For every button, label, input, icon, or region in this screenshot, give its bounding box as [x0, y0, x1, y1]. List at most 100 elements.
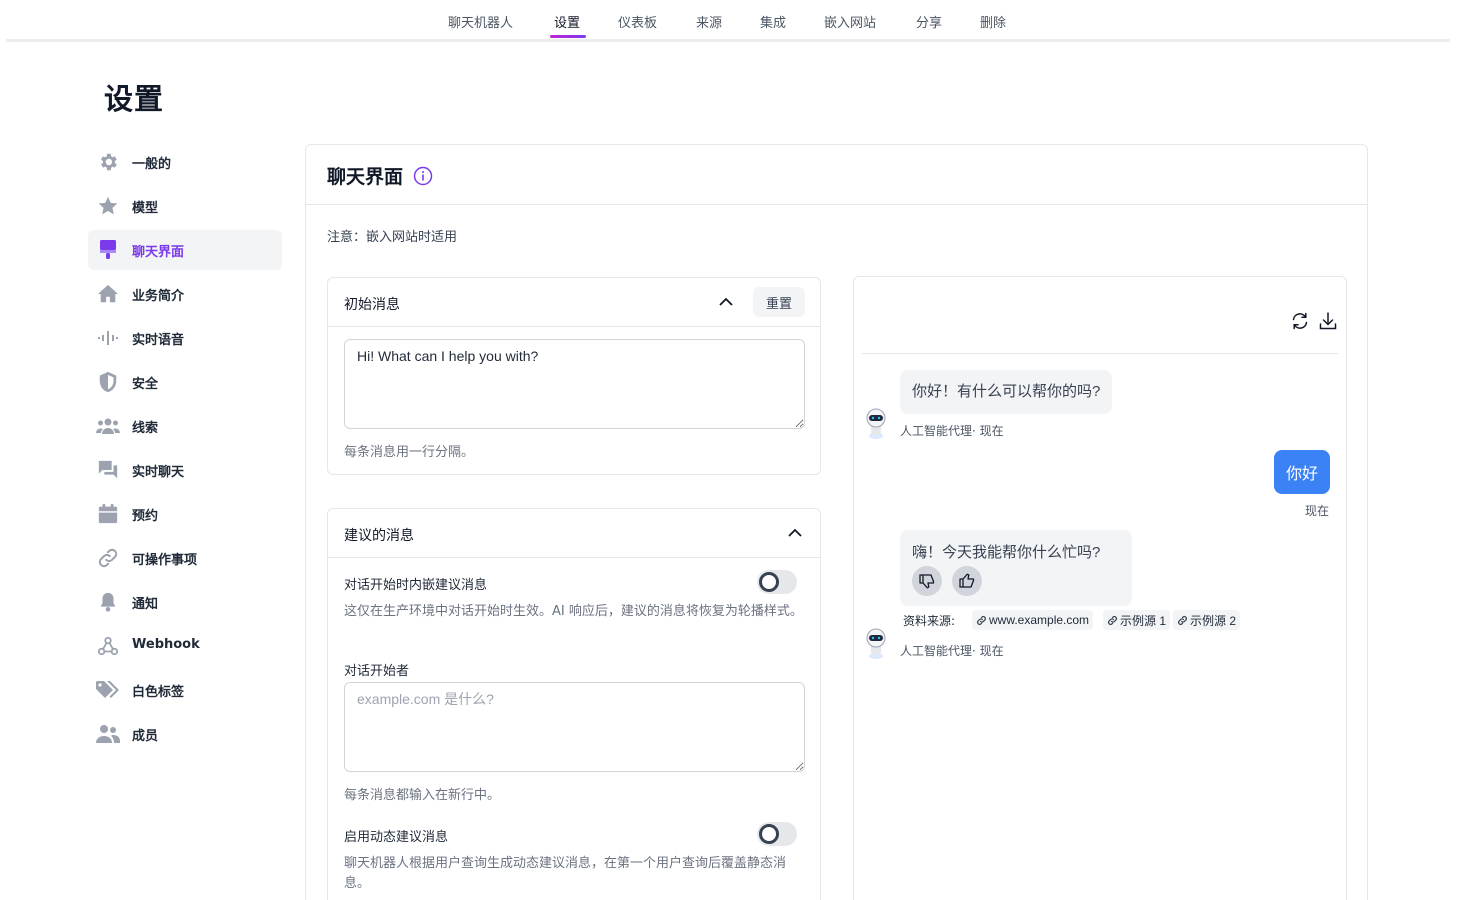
- panel-header: 聊天界面: [306, 145, 1367, 205]
- star-icon: [96, 195, 120, 217]
- source-chip-label: www.example.com: [989, 613, 1090, 627]
- sidebar-item-label: Webhook: [132, 637, 200, 652]
- toggle-knob: [759, 572, 779, 592]
- sidebar-item-booking[interactable]: 预约: [88, 494, 282, 534]
- sidebar-item-label: 通知: [132, 597, 159, 612]
- tab-share[interactable]: 分享: [916, 12, 942, 31]
- user-message-bubble: 你好: [1274, 450, 1330, 494]
- initial-messages-textarea[interactable]: Hi! What can I help you with?: [344, 339, 805, 429]
- message-meta: 现在: [1305, 504, 1330, 518]
- sidebar-item-label: 白色标签: [132, 685, 185, 700]
- dynamic-suggestions-label: 启用动态建议消息: [344, 830, 449, 845]
- dynamic-suggestions-toggle[interactable]: [757, 822, 797, 846]
- link-icon: [1178, 615, 1187, 625]
- sidebar-item-general[interactable]: 一般的: [88, 142, 282, 182]
- message-meta: 人工智能代理· 现在: [900, 644, 1004, 658]
- sidebar-item-label: 模型: [132, 201, 159, 216]
- settings-sidebar: 一般的 模型 聊天界面 业务简介 实时语音 安全 线索 实时聊天 预约 可操作事…: [88, 142, 282, 758]
- sidebar-item-label: 聊天界面: [132, 245, 185, 260]
- thumbs-down-icon[interactable]: [912, 566, 942, 596]
- sidebar-item-label: 可操作事项: [132, 553, 198, 568]
- suggested-messages-card: 建议的消息 对话开始时内嵌建议消息 这仅在生产环境中对话开始时生效。AI 响应后…: [327, 508, 821, 900]
- refresh-icon[interactable]: [1290, 311, 1310, 331]
- home-icon: [96, 283, 120, 305]
- sidebar-item-live-chat[interactable]: 实时聊天: [88, 450, 282, 490]
- card-title: 建议的消息: [344, 528, 414, 544]
- source-chip[interactable]: 示例源 2: [1173, 610, 1241, 630]
- toggle-knob: [759, 824, 779, 844]
- link-icon: [977, 615, 986, 625]
- source-chip-label: 示例源 1: [1120, 613, 1167, 628]
- chat-interface-panel: 聊天界面 注意：嵌入网站时适用 初始消息 重置 Hi! What can I h…: [305, 144, 1368, 900]
- bell-icon: [96, 591, 120, 613]
- initial-messages-card: 初始消息 重置 Hi! What can I help you with? 每条…: [327, 277, 821, 475]
- card-header: 建议的消息: [328, 509, 820, 558]
- tab-dashboard[interactable]: 仪表板: [618, 12, 657, 31]
- inline-suggestions-toggle[interactable]: [757, 570, 797, 594]
- chevron-up-icon[interactable]: [787, 525, 803, 541]
- source-chip-label: 示例源 2: [1190, 613, 1237, 628]
- sidebar-item-label: 实时语音: [132, 333, 185, 348]
- chevron-up-icon[interactable]: [718, 294, 734, 310]
- sources-label: 资料来源:: [903, 614, 956, 628]
- members-icon: [96, 723, 120, 745]
- conversation-starters-label: 对话开始者: [344, 664, 410, 679]
- sidebar-item-label: 一般的: [132, 157, 172, 172]
- sidebar-item-leads[interactable]: 线索: [88, 406, 282, 446]
- sidebar-item-label: 实时聊天: [132, 465, 185, 480]
- bot-avatar-icon: [864, 628, 888, 660]
- webhook-icon: [96, 635, 120, 657]
- reset-button[interactable]: 重置: [753, 287, 805, 317]
- tab-delete[interactable]: 删除: [980, 12, 1006, 31]
- sidebar-item-label: 业务简介: [132, 289, 185, 304]
- source-chip[interactable]: 示例源 1: [1103, 610, 1171, 630]
- chat-bubbles-icon: [96, 459, 120, 481]
- preview-divider: [862, 353, 1338, 354]
- initial-messages-hint: 每条消息用一行分隔。: [344, 445, 475, 460]
- bot-message-text: 嗨！今天我能帮你什么忙吗?: [912, 544, 1101, 561]
- dynamic-suggestions-hint: 聊天机器人根据用户查询生成动态建议消息，在第一个用户查询后覆盖静态消息。: [344, 856, 787, 891]
- tab-integrations[interactable]: 集成: [760, 12, 786, 31]
- bot-avatar-icon: [864, 408, 888, 440]
- link-icon: [1108, 615, 1117, 625]
- sidebar-item-notifications[interactable]: 通知: [88, 582, 282, 622]
- shield-icon: [96, 371, 120, 393]
- tab-chatbot[interactable]: 聊天机器人: [448, 12, 513, 31]
- inline-suggestions-hint: 这仅在生产环境中对话开始时生效。AI 响应后，建议的消息将恢复为轮播样式。: [344, 604, 803, 619]
- calendar-icon: [96, 503, 120, 525]
- link-icon: [96, 547, 120, 569]
- sidebar-item-security[interactable]: 安全: [88, 362, 282, 402]
- tab-sources[interactable]: 来源: [696, 12, 722, 31]
- tab-settings[interactable]: 设置: [554, 12, 580, 31]
- sidebar-item-white-label[interactable]: 白色标签: [88, 670, 282, 710]
- chat-preview: 你好！有什么可以帮你的吗? 人工智能代理· 现在 你好 现在 嗨！今天我能帮你什…: [853, 276, 1347, 900]
- bot-message-bubble: 你好！有什么可以帮你的吗?: [900, 370, 1113, 414]
- gear-icon: [96, 151, 120, 173]
- sidebar-item-label: 成员: [132, 729, 159, 744]
- page-title: 设置: [104, 82, 165, 116]
- conversation-starters-hint: 每条消息都输入在新行中。: [344, 788, 501, 803]
- sidebar-item-chat-interface[interactable]: 聊天界面: [88, 230, 282, 270]
- panel-title: 聊天界面: [327, 166, 404, 188]
- conversation-starters-textarea[interactable]: [344, 682, 805, 772]
- sidebar-item-label: 预约: [132, 509, 159, 524]
- paintbrush-icon: [96, 239, 120, 261]
- card-header: 初始消息 重置: [328, 278, 820, 327]
- download-icon[interactable]: [1318, 311, 1338, 331]
- sidebar-item-actions[interactable]: 可操作事项: [88, 538, 282, 578]
- card-title: 初始消息: [344, 297, 400, 313]
- top-nav: 聊天机器人 设置 仪表板 来源 集成 嵌入网站 分享 删除: [6, 0, 1450, 42]
- sidebar-item-realtime-voice[interactable]: 实时语音: [88, 318, 282, 358]
- sidebar-item-business-profile[interactable]: 业务简介: [88, 274, 282, 314]
- tab-embed[interactable]: 嵌入网站: [824, 12, 876, 31]
- message-meta: 人工智能代理· 现在: [900, 424, 1004, 438]
- sidebar-item-members[interactable]: 成员: [88, 714, 282, 754]
- tags-icon: [96, 679, 120, 701]
- thumbs-up-icon[interactable]: [952, 566, 982, 596]
- sidebar-item-webhook[interactable]: Webhook: [88, 626, 282, 666]
- source-chip[interactable]: www.example.com: [972, 610, 1094, 630]
- info-icon[interactable]: [413, 166, 433, 186]
- sidebar-item-model[interactable]: 模型: [88, 186, 282, 226]
- waveform-icon: [96, 327, 120, 349]
- bot-message-bubble: 嗨！今天我能帮你什么忙吗?: [900, 530, 1132, 606]
